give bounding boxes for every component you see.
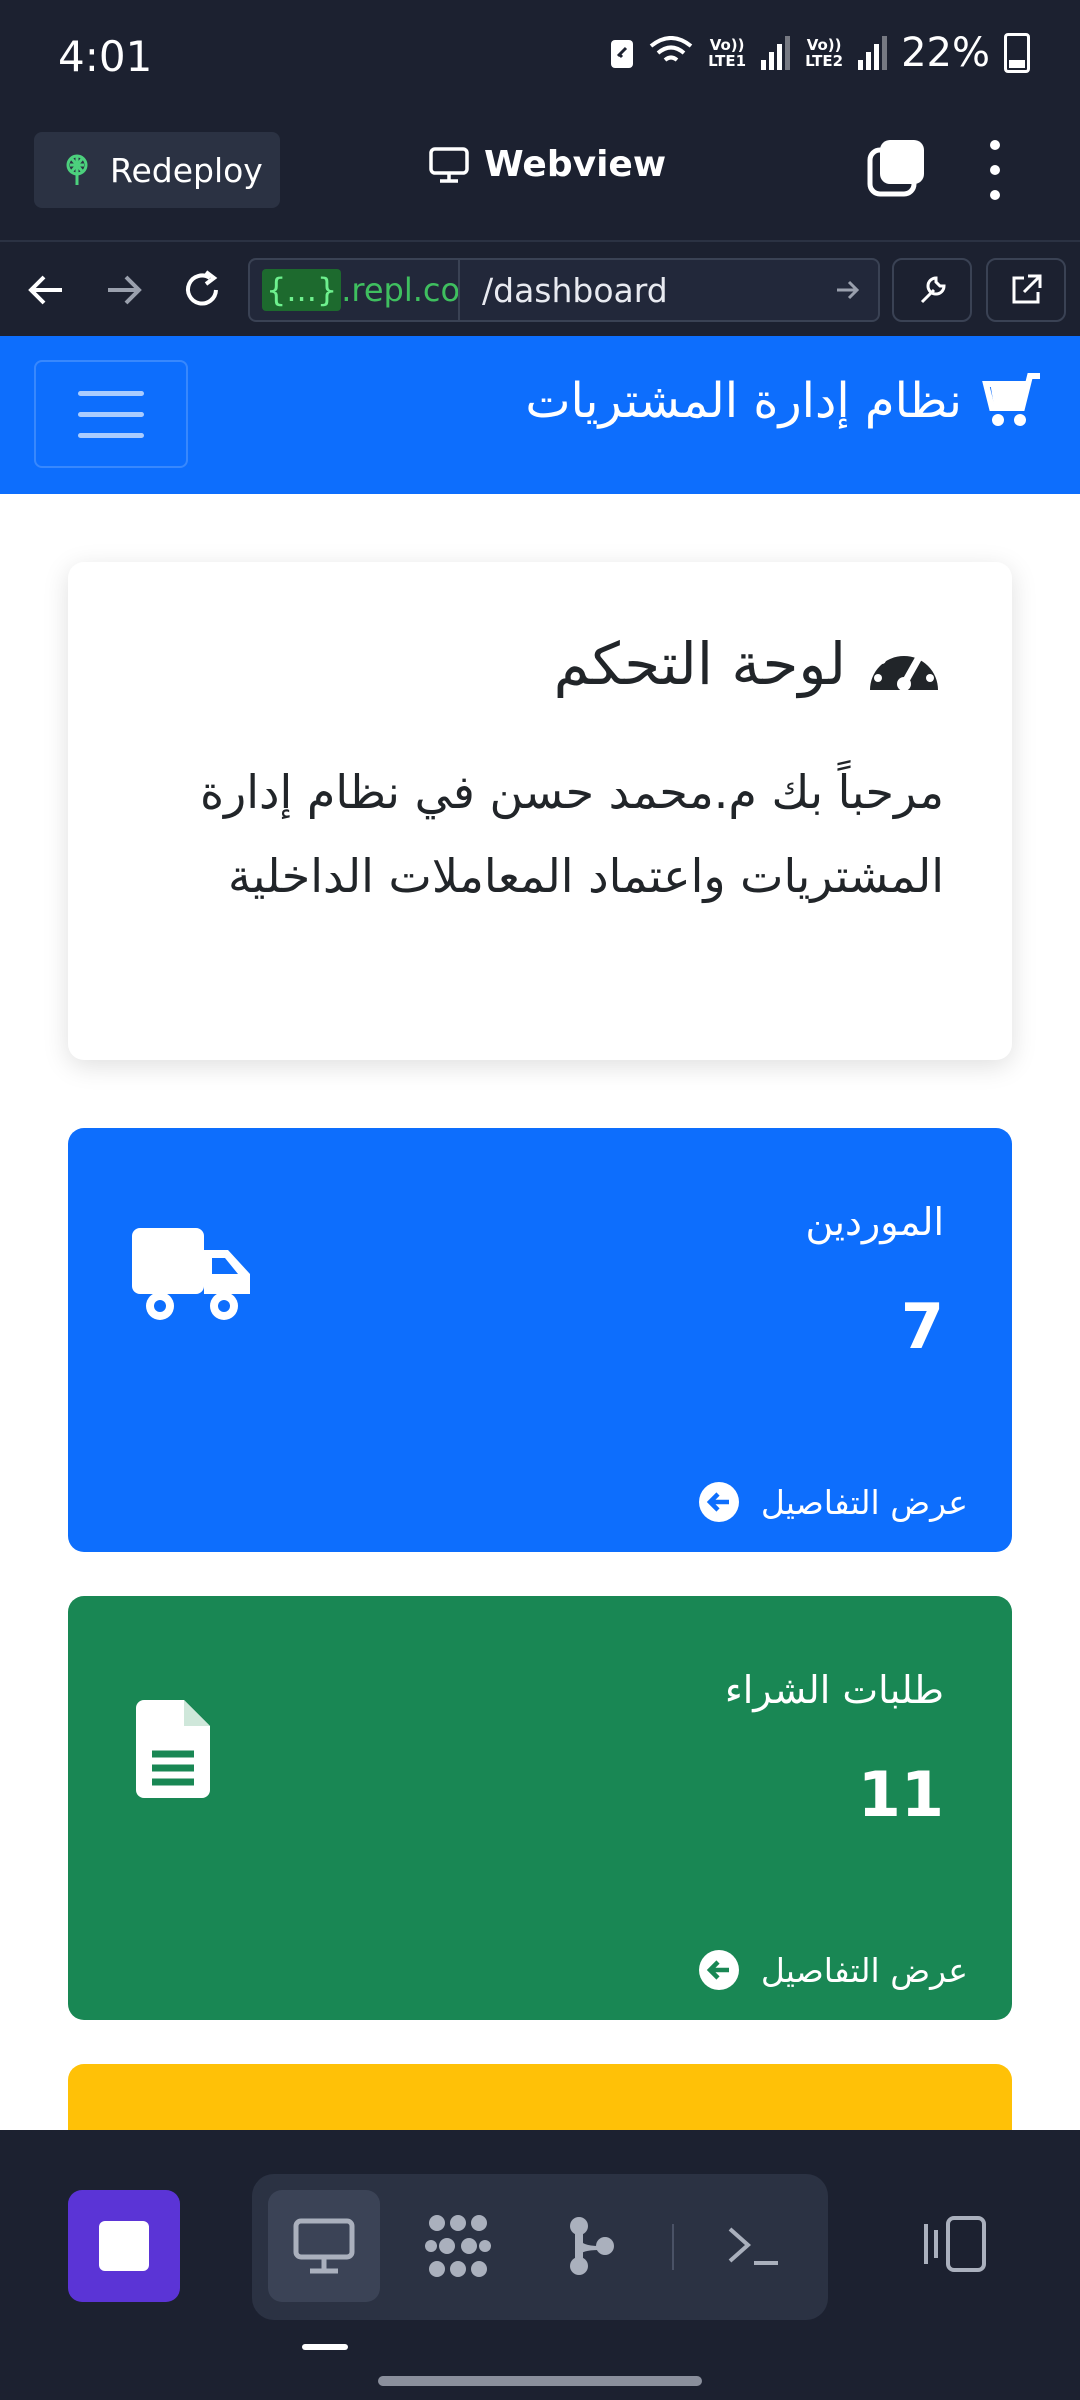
battery-saver-icon — [611, 40, 634, 68]
file-text-icon — [136, 1700, 210, 1798]
tab-divider — [672, 2224, 674, 2270]
url-field[interactable]: {...} .repl.co /dashboard — [248, 258, 880, 322]
devtools-button[interactable] — [892, 258, 972, 322]
purchase-requests-details-link[interactable]: عرض التفاصيل — [698, 1950, 968, 1990]
webview-title[interactable]: Webview — [428, 144, 666, 185]
terminal-icon — [728, 2227, 778, 2265]
tab-shell[interactable] — [698, 2190, 810, 2302]
wrench-icon — [920, 276, 946, 304]
battery-percent: 22% — [901, 30, 990, 76]
app-brand[interactable]: نظام إدارة المشتريات — [525, 372, 1044, 430]
purchase-requests-label: طلبات الشراء — [724, 1668, 944, 1712]
suppliers-label: الموردين — [805, 1200, 944, 1244]
dashboard-title: لوحة التحكم — [553, 630, 846, 698]
redeploy-label: Redeploy — [110, 150, 263, 190]
more-options-icon[interactable] — [980, 140, 1010, 200]
replit-header: Redeploy Webview — [0, 120, 1080, 240]
suppliers-details-link[interactable]: عرض التفاصيل — [698, 1482, 968, 1522]
app-navbar: نظام إدارة المشتريات — [0, 336, 1080, 494]
purchase-requests-details-label: عرض التفاصيل — [760, 1950, 968, 1990]
back-arrow-icon[interactable] — [24, 268, 68, 312]
open-external-button[interactable] — [986, 258, 1066, 322]
signal-2-icon — [858, 36, 888, 70]
stop-icon — [99, 2221, 149, 2271]
dashboard-heading: لوحة التحكم — [136, 630, 944, 698]
url-path: /dashboard — [482, 270, 668, 310]
tabs-icon[interactable] — [866, 138, 928, 200]
arrow-circle-left-icon — [698, 1950, 739, 1990]
welcome-card: لوحة التحكم مرحباً بك م.محمد حسن في نظام… — [68, 562, 1012, 1060]
suppliers-count: 7 — [900, 1290, 944, 1363]
cart-icon — [982, 373, 1040, 426]
status-icons: Vo)) LTE1 Vo)) LTE2 22% — [609, 30, 1030, 76]
third-stat-card — [68, 2064, 1012, 2130]
app-brand-label: نظام إدارة المشتريات — [525, 373, 962, 429]
stop-button[interactable] — [68, 2190, 180, 2302]
forward-arrow-icon[interactable] — [102, 268, 146, 312]
purchase-requests-count: 11 — [857, 1758, 944, 1831]
wifi-icon — [649, 36, 693, 62]
deploy-icon — [66, 154, 88, 185]
battery-icon — [1004, 33, 1030, 73]
split-panel-icon[interactable] — [920, 2214, 988, 2274]
sim2-label: Vo)) LTE2 — [805, 36, 844, 70]
tab-packages[interactable] — [402, 2190, 514, 2302]
url-host: {...} .repl.co — [250, 260, 460, 320]
arrow-circle-left-icon — [698, 1482, 739, 1522]
status-time: 4:01 — [58, 32, 153, 81]
purchase-requests-card: طلبات الشراء 11 عرض التفاصيل — [68, 1596, 1012, 2020]
truck-icon — [132, 1228, 250, 1320]
replit-bottom-bar — [0, 2130, 1080, 2400]
monitor-icon — [429, 146, 469, 183]
go-arrow-icon[interactable] — [818, 275, 878, 305]
webview-title-label: Webview — [484, 144, 667, 185]
url-host-text: .repl.co — [341, 271, 460, 309]
url-bar: {...} .repl.co /dashboard — [0, 240, 1080, 338]
suppliers-details-label: عرض التفاصيل — [760, 1482, 968, 1522]
tab-webview[interactable] — [268, 2190, 380, 2302]
url-host-tag: {...} — [262, 269, 342, 311]
packages-icon — [425, 2215, 491, 2277]
tab-git[interactable] — [536, 2190, 648, 2302]
monitor-icon — [293, 2218, 355, 2274]
menu-toggle-button[interactable] — [34, 360, 188, 468]
welcome-message: مرحباً بك م.محمد حسن في نظام إدارة المشت… — [199, 765, 944, 903]
git-icon — [570, 2217, 614, 2275]
gesture-bar[interactable] — [378, 2376, 702, 2386]
speedometer-icon — [870, 644, 938, 691]
suppliers-card: الموردين 7 عرض التفاصيل — [68, 1128, 1012, 1552]
signal-1-icon — [761, 36, 791, 70]
redeploy-button[interactable]: Redeploy — [34, 132, 280, 208]
reload-icon[interactable] — [180, 268, 224, 312]
active-tab-indicator — [302, 2344, 348, 2350]
sim1-label: Vo)) LTE1 — [708, 36, 747, 70]
bottom-tabs — [252, 2174, 828, 2320]
webview-content: نظام إدارة المشتريات لوحة التحكم مرحباً … — [0, 336, 1080, 2130]
status-bar: 4:01 Vo)) LTE1 Vo)) LTE2 22% — [0, 0, 1080, 120]
external-link-icon — [1012, 274, 1042, 304]
